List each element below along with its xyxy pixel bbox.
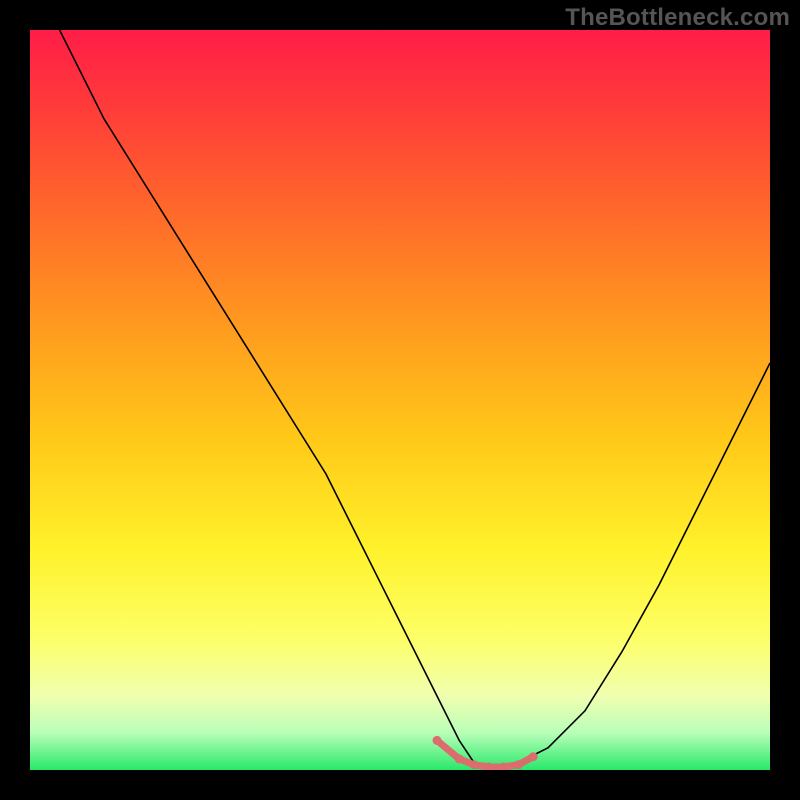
chart-svg <box>30 30 770 770</box>
plot-area <box>30 30 770 770</box>
watermark-text: TheBottleneck.com <box>565 4 790 32</box>
chart-frame: TheBottleneck.com <box>0 0 800 800</box>
marker-dot <box>433 736 442 745</box>
marker-dot <box>514 760 523 769</box>
bottleneck-curve <box>60 30 770 770</box>
marker-dot <box>470 760 479 769</box>
marker-dot <box>529 752 538 761</box>
marker-dot <box>455 754 464 763</box>
minimum-markers <box>433 736 538 770</box>
